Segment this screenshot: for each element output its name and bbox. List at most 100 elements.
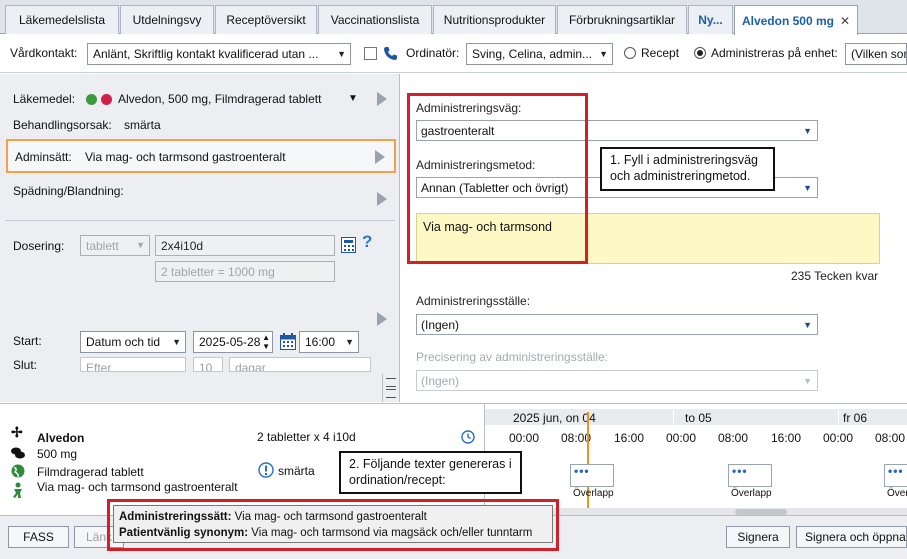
timeline-time: 00:00: [666, 431, 697, 445]
start-label: Start:: [13, 334, 42, 348]
tab-alvedon[interactable]: Alvedon 500 mg ✕: [734, 5, 858, 35]
ordinator-select[interactable]: Sving, Celina, admin... ▼: [466, 43, 613, 65]
green-status-icon: [86, 94, 97, 105]
fass-button[interactable]: FASS: [8, 526, 69, 548]
start-date-input[interactable]: 2025-05-28 ▲ ▼: [193, 331, 273, 353]
phone-icon: [384, 47, 397, 60]
annotation-highlight: [107, 499, 559, 551]
slut-label: Slut:: [13, 358, 38, 372]
callout-step-1: 1. Fyll i administreringsväg och adminis…: [600, 147, 775, 191]
calendar-icon[interactable]: [280, 333, 296, 350]
dose-bar[interactable]: •••: [728, 464, 772, 487]
adminsatt-label: Adminsätt:: [15, 150, 72, 164]
chevron-down-icon: ▼: [337, 49, 346, 59]
globe-icon: [11, 464, 25, 478]
summary-route: Via mag- och tarmsond gastroenteralt: [37, 480, 238, 494]
red-status-icon: [101, 94, 112, 105]
timeline-time: 08:00: [875, 431, 906, 445]
play-icon[interactable]: [377, 92, 387, 106]
ordinator-checkbox[interactable]: [364, 47, 377, 60]
summary-reason: smärta: [278, 464, 315, 478]
dose-bar[interactable]: •••: [884, 464, 907, 487]
timeline-time: 16:00: [614, 431, 645, 445]
tab-receptoversikt[interactable]: Receptöversikt: [215, 5, 317, 34]
play-icon[interactable]: [377, 312, 387, 326]
spinner-icon[interactable]: ▲ ▼: [262, 333, 270, 351]
lakemedel-value: Alvedon, 500 mg, Filmdragerad tablett: [118, 92, 322, 106]
close-icon[interactable]: ✕: [840, 14, 850, 28]
chevron-down-icon: ▼: [803, 320, 812, 330]
enhet-select[interactable]: (Vilken sor: [845, 43, 907, 65]
chevron-down-icon: ▼: [172, 337, 181, 347]
ordinator-label: Ordinatör:: [406, 46, 460, 60]
vardkontakt-select[interactable]: Anlänt, Skriftlig kontakt kvalificerad u…: [87, 43, 351, 65]
dosering-input[interactable]: 2x4i10d: [155, 235, 335, 256]
timeline-date: to 05: [685, 411, 712, 425]
overlap-label: Överlapp: [573, 488, 614, 499]
person-icon: [13, 482, 22, 498]
tab-utdelningsvy[interactable]: Utdelningsvy: [120, 5, 214, 34]
dosering-calc: 2 tabletter = 1000 mg: [155, 261, 335, 282]
recept-radio[interactable]: [624, 47, 636, 59]
recept-label: Recept: [641, 46, 680, 60]
chevron-down-icon: ▼: [136, 240, 145, 250]
chevron-down-icon: ▼: [599, 49, 608, 59]
adminsatt-row[interactable]: Adminsätt: Via mag- och tarmsond gastroe…: [6, 139, 396, 173]
dosering-unit-select[interactable]: tablett ▼: [80, 235, 150, 256]
dose-bar[interactable]: •••: [570, 464, 614, 487]
overlap-label: Överlapp: [731, 488, 772, 499]
dosering-label: Dosering:: [13, 239, 65, 253]
timeline-date: 2025 jun, on 04: [513, 411, 596, 425]
left-panel: Läkemedel: Alvedon, 500 mg, Filmdragerad…: [0, 74, 400, 402]
timeline-time: 00:00: [509, 431, 540, 445]
tab-lakemedelslista[interactable]: Läkemedelslista: [5, 5, 119, 34]
signera-och-oppna-button[interactable]: Signera och öppna: [796, 526, 907, 548]
summary-form: Filmdragerad tablett: [37, 465, 144, 479]
start-type-select[interactable]: Datum och tid ▼: [80, 331, 186, 353]
tecken-kvar: 235 Tecken kvar: [791, 269, 879, 283]
signera-button[interactable]: Signera: [726, 526, 790, 548]
pill-icon: [11, 447, 25, 459]
clock-icon: [461, 430, 475, 444]
spadning-label: Spädning/Blandning:: [13, 184, 124, 198]
vardkontakt-label: Vårdkontakt:: [10, 46, 78, 60]
move-icon[interactable]: ✢: [11, 424, 23, 441]
slut-num-input[interactable]: 10: [193, 357, 223, 372]
chevron-down-icon: ▼: [345, 337, 354, 347]
play-icon[interactable]: [375, 150, 385, 164]
summary-dose: 2 tabletter x 4 i10d: [257, 430, 356, 444]
chevron-down-icon: ▼: [803, 126, 812, 136]
info-icon: [258, 462, 274, 478]
summary-name: Alvedon: [37, 431, 85, 445]
splitter-icon[interactable]: [382, 374, 398, 402]
tab-ny[interactable]: Ny...: [688, 5, 733, 34]
adminsatt-value: Via mag- och tarmsond gastroenteralt: [85, 150, 286, 164]
tab-bar: Läkemedelslista Utdelningsvy Receptövers…: [0, 0, 907, 35]
timeline-time: 08:00: [718, 431, 749, 445]
administreras-radio[interactable]: [694, 47, 706, 59]
tab-vaccinationslista[interactable]: Vaccinationslista: [318, 5, 432, 34]
tab-nutritionsprodukter[interactable]: Nutritionsprodukter: [433, 5, 556, 34]
administreringsstalle-select[interactable]: (Ingen) ▼: [416, 314, 818, 335]
chevron-down-icon: ▼: [803, 183, 812, 193]
precisering-label: Precisering av administreringsställe:: [416, 350, 609, 364]
timeline-time: 00:00: [823, 431, 854, 445]
timeline-time: 16:00: [771, 431, 802, 445]
tab-forbrukningsartiklar[interactable]: Förbrukningsartiklar: [557, 5, 687, 34]
precisering-select[interactable]: (Ingen) ▼: [416, 370, 818, 391]
overlap-label: Överlapp: [887, 488, 907, 499]
behandlingsorsak-label: Behandlingsorsak:: [13, 118, 112, 132]
chevron-down-icon: ▼: [803, 376, 812, 386]
slut-type-select[interactable]: Efter: [80, 357, 186, 372]
summary-strength: 500 mg: [37, 447, 78, 461]
administreringsstalle-label: Administreringsställe:: [416, 294, 531, 308]
calculator-icon[interactable]: [341, 237, 356, 253]
help-icon[interactable]: ?: [362, 232, 372, 252]
play-icon[interactable]: [377, 192, 387, 206]
slut-unit-select[interactable]: dagar: [229, 357, 371, 372]
lakemedel-label: Läkemedel:: [13, 92, 76, 106]
callout-step-2: 2. Följande texter genereras i ordinatio…: [339, 451, 522, 494]
chevron-down-icon[interactable]: ▼: [348, 93, 358, 104]
toolbar: Vårdkontakt: Anlänt, Skriftlig kontakt k…: [0, 35, 907, 73]
start-time-select[interactable]: 16:00 ▼: [299, 331, 359, 353]
